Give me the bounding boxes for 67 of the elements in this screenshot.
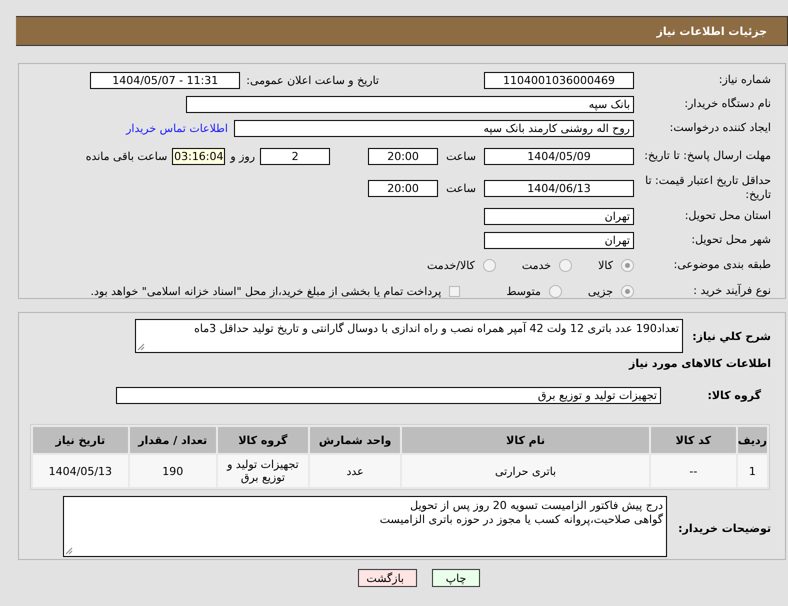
radio-button[interactable] (548, 284, 562, 298)
input-field[interactable]: تجهیزات تولید و توزیع برق (116, 386, 661, 404)
column-header: تعداد / مقدار (130, 427, 216, 453)
column-header: تاریخ نیاز (33, 427, 128, 453)
column-header: واحد شمارش (310, 427, 400, 453)
field-label: روز و (230, 150, 256, 162)
column-header: نام کالا (402, 427, 649, 453)
notes-box[interactable]: درج پیش فاکتور الزامیست تسویه 20 روز پس از تحویل گواهی صلاحیت،پروانه کسب یا مجوز در حوزه باتری الزامیست (63, 496, 667, 557)
field-label: شماره نیاز: (718, 73, 771, 87)
back-button[interactable]: بازگشت (358, 569, 417, 587)
payment-note: پرداخت تمام یا بخشی از مبلغ خرید،از محل "اسناد خزانه اسلامی" خواهد بود. (90, 284, 442, 298)
field-label: شهر محل تحویل: (690, 233, 771, 247)
field-label: تاریخ و ساعت اعلان عمومی: (246, 74, 379, 86)
input-field[interactable]: 2 (260, 148, 330, 164)
input-field[interactable]: بانک سپه (186, 96, 634, 112)
column-header: گروه کالا (218, 427, 308, 453)
page-title: جزئیات اطلاعات نیاز (656, 24, 767, 38)
input-field[interactable]: روح اله روشنی کارمند بانک سپه (234, 120, 634, 136)
field-label: ساعت باقی مانده (86, 150, 168, 162)
table-cell: 1404/05/13 (33, 455, 128, 487)
input-field[interactable]: 1404/06/13 (484, 180, 634, 196)
field-label: حداقل تاریخ اعتبار قیمت: تا تاریخ: (644, 174, 771, 202)
resize-grip-icon[interactable] (137, 343, 145, 351)
input-field[interactable]: 1104001036000469 (484, 72, 634, 88)
field-label: طبقه بندی موضوعی: (672, 258, 771, 272)
radio-button[interactable] (621, 258, 634, 272)
description-box[interactable]: تعداد190 عدد باتری 12 ولت 42 آمپر همراه نصب و راه اندازی با دوسال گارانتی و تاریخ تولید حداقل 3ماه (135, 319, 683, 353)
field-label: گروه کالا: (706, 388, 761, 402)
input-field[interactable]: 20:00 (368, 180, 438, 196)
field-label: ساعت (446, 182, 476, 194)
radio-button[interactable] (559, 258, 572, 272)
print-button[interactable]: چاپ (432, 569, 480, 587)
checkbox[interactable] (449, 286, 460, 296)
input-field[interactable]: تهران (484, 208, 634, 224)
input-field[interactable]: 1404/05/09 (484, 148, 634, 164)
radio-button[interactable] (482, 258, 496, 272)
input-field[interactable]: تهران (484, 232, 634, 248)
column-header: ردیف (738, 427, 767, 453)
table-cell: باتری حرارتی (402, 455, 649, 487)
radio-label: کالا/خدمت (427, 258, 475, 272)
field-label: نوع فرآیند خرید : (692, 284, 771, 298)
section-heading: اطلاعات کالاهای مورد نیاز (628, 357, 771, 370)
input-field[interactable]: 1404/05/07 - 11:31 (90, 72, 240, 88)
table-cell: تجهیزات تولید و توزیع برق (218, 455, 308, 487)
notes-line: گواهی صلاحیت،پروانه کسب یا مجوز در حوزه باتری الزامیست (378, 513, 663, 527)
table-cell: عدد (310, 455, 400, 487)
field-label: شرح کلي نياز: (691, 330, 771, 342)
contact-link[interactable]: اطلاعات تماس خریدار (126, 122, 228, 134)
field-label: ساعت (446, 150, 476, 162)
field-label: استان محل تحویل: (684, 209, 771, 223)
table-cell: 190 (130, 455, 216, 487)
field-label: نام دستگاه خریدار: (683, 97, 771, 111)
input-field[interactable]: 20:00 (368, 148, 438, 164)
field-label: مهلت ارسال پاسخ: تا تاریخ: (643, 149, 771, 163)
field-label: توضیحات خریدار: (677, 522, 771, 535)
table-cell: 1 (738, 455, 767, 487)
column-header: کد کالا (650, 427, 736, 453)
notes-line: درج پیش فاکتور الزامیست تسویه 20 روز پس از تحویل (409, 499, 663, 513)
radio-label: متوسط (506, 284, 541, 298)
resize-grip-icon[interactable] (65, 547, 73, 555)
radio-label: خدمت (522, 258, 552, 272)
radio-label: جزیی (588, 284, 613, 298)
countdown-field[interactable]: 03:16:04 (172, 148, 226, 164)
radio-button[interactable] (621, 284, 634, 298)
radio-label: کالا (598, 258, 613, 272)
table-cell: -- (650, 455, 736, 487)
field-label: ایجاد کننده درخواست: (668, 121, 771, 135)
